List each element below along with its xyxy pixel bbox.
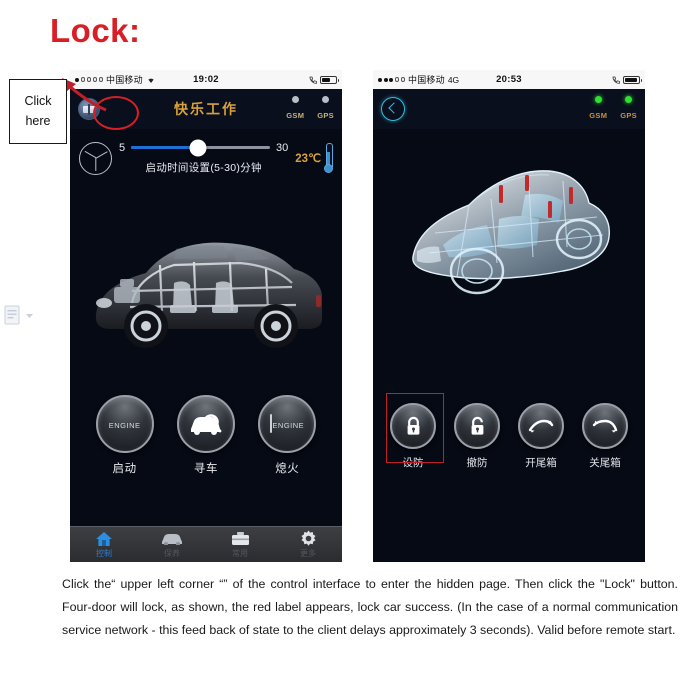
close-trunk-button[interactable]: 关尾箱 [577,403,633,470]
battery-icon [320,75,339,84]
slider-caption: 启动时间设置(5-30)分钟 [145,161,262,174]
gsm-label: GSM [286,110,305,120]
arm-lock-label: 设防 [402,457,424,469]
phone-screenshot-control-page: 中国移动 19:02 快乐工作 GSM GPS 5 30 启动时间设置(5-30… [70,70,342,562]
tab-control-label: 控制 [96,549,112,558]
ios-status-bar-left: 中国移动 19:02 [70,70,342,89]
lock-closed-icon [390,403,436,449]
find-car-button[interactable]: 寻车 [175,395,237,476]
carrier-label: 中国移动 [408,75,445,85]
gps-indicator: GPS [317,95,334,123]
gsm-status-dot [291,95,299,103]
lock-open-icon [454,403,500,449]
find-car-icon [176,395,235,453]
tab-more[interactable]: 更多 [274,530,342,559]
phone-screenshot-lock-page: 中国移动 4G 20:53 GSM GPS 设防 撤防 开尾箱 关尾箱 [373,70,645,562]
thermometer-icon [324,143,333,173]
car-xray-image [373,129,645,397]
open-trunk-button[interactable]: 开尾箱 [513,403,569,470]
page-title: Lock: [50,12,141,49]
app-header-left: 快乐工作 GSM GPS [70,89,342,130]
stop-engine-label: 熄火 [275,463,300,475]
gps-label: GPS [620,110,637,120]
network-type-label: 4G [447,74,460,85]
back-chevron-icon[interactable] [381,97,405,121]
phone-icon [612,76,620,84]
disarm-unlock-button[interactable]: 撤防 [449,403,505,470]
temperature-block: 23℃ [295,143,333,173]
annotation-circle [93,96,139,130]
trunk-close-icon [582,403,628,449]
slider-max-label: 30 [276,141,289,154]
engine-stop-icon: ENGINE [258,395,317,453]
start-timer-slider-row: 5 30 启动时间设置(5-30)分钟 23℃ [70,129,342,187]
start-engine-label: 启动 [112,463,137,475]
find-car-label: 寻车 [193,463,219,475]
home-icon [70,530,138,547]
disarm-unlock-label: 撤防 [466,457,488,469]
gps-status-dot [625,95,633,103]
temperature-value: 23℃ [295,153,321,165]
car-cutaway-image [70,187,342,387]
slider-min-label: 5 [119,141,126,154]
gps-indicator: GPS [620,95,637,123]
tab-more-label: 更多 [300,549,316,558]
open-trunk-label: 开尾箱 [525,457,557,469]
battery-icon [623,75,642,84]
carrier-label: 中国移动 [106,75,143,85]
tab-common[interactable]: 常用 [206,530,274,559]
gsm-indicator: GSM [286,95,305,123]
gsm-status-dot [594,95,602,103]
lock-action-buttons: 设防 撤防 开尾箱 关尾箱 [373,393,645,470]
instruction-paragraph: Click the“ upper left corner “” of the c… [62,577,678,637]
gsm-indicator: GSM [589,95,608,123]
start-engine-button[interactable]: ENGINE 启动 [94,395,156,476]
wifi-icon [148,78,154,83]
signal-indicators-left: GSM GPS [286,95,334,123]
gear-icon [274,530,342,547]
document-icon [4,305,33,325]
phone-icon [309,76,317,84]
engine-start-icon: ENGINE [95,395,154,453]
click-here-callout-box: Click here [9,79,67,144]
duration-slider[interactable] [131,139,271,156]
signal-indicators-right: GSM GPS [589,95,637,123]
ios-status-bar-right: 中国移动 4G 20:53 [373,70,645,89]
arm-lock-button[interactable]: 设防 [385,403,441,470]
tab-maintenance-label: 保养 [164,549,180,558]
stop-engine-button[interactable]: ENGINE 熄火 [256,395,318,476]
callout-line-1: Click [24,94,52,109]
trunk-open-icon [518,403,564,449]
briefcase-icon [206,530,274,547]
tab-control[interactable]: 控制 [70,530,138,559]
close-trunk-label: 关尾箱 [589,457,621,469]
engine-glyph-text: ENGINE [108,421,141,430]
signal-dots-icon [378,77,405,82]
slider-fill [131,146,198,149]
gps-label: GPS [317,110,334,120]
gsm-label: GSM [589,110,608,120]
gps-status-dot [322,95,330,103]
engine-stop-glyph-text: ENGINE [272,421,305,430]
signal-dots-icon [75,77,103,82]
mercedes-benz-logo-icon [79,141,112,175]
tab-common-label: 常用 [232,549,248,558]
car-icon [138,530,206,547]
callout-line-2: here [25,113,51,128]
app-header-right: GSM GPS [373,89,645,129]
bottom-tab-bar: 控制 保养 常用 更多 [70,526,342,562]
tab-maintenance[interactable]: 保养 [138,530,206,559]
control-action-buttons: ENGINE 启动 寻车 ENGINE 熄火 [70,387,342,476]
slider-knob[interactable] [189,139,207,156]
